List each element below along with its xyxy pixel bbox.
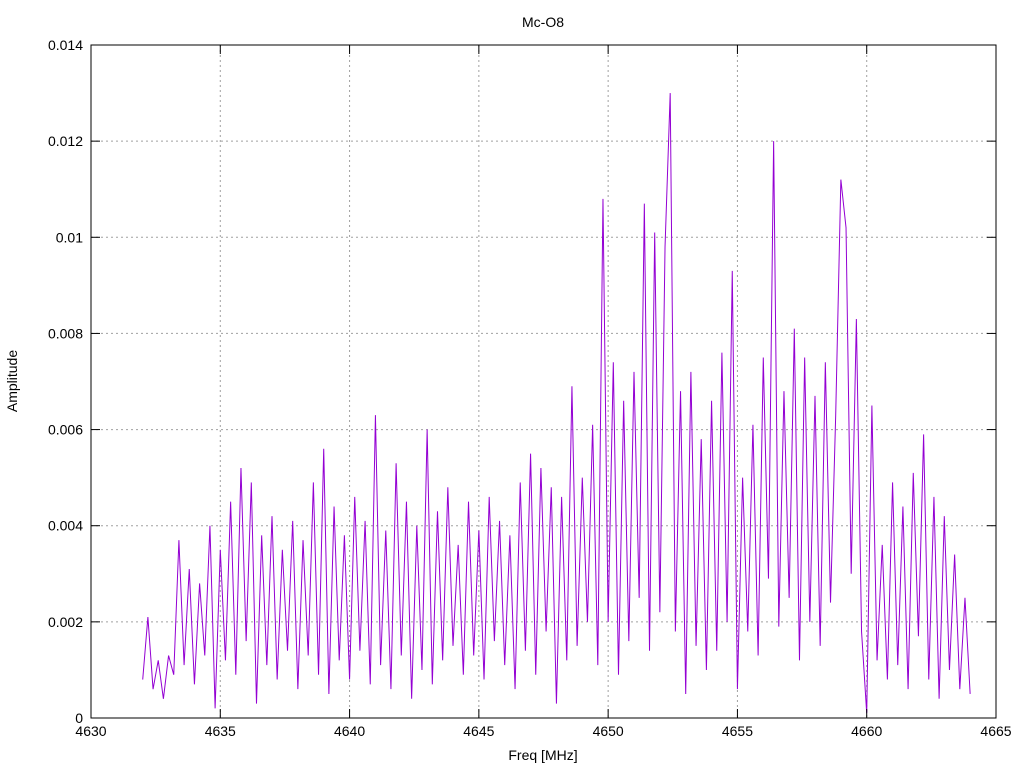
y-tick-label: 0.01 <box>56 229 83 245</box>
y-tick-label: 0.014 <box>48 37 83 53</box>
y-tick-label: 0.012 <box>48 133 83 149</box>
y-tick-label: 0.006 <box>48 422 83 438</box>
chart: 4630 4635 4640 4645 4650 4655 4660 466500.0020.… <box>4 14 1012 763</box>
y-tick-label: 0.008 <box>48 325 83 341</box>
x-axis-label: Freq [MHz] <box>508 747 577 763</box>
x-tick-label: 4665 <box>980 723 1011 739</box>
series-line <box>142 93 971 714</box>
y-tick-label: 0 <box>75 710 83 726</box>
chart-title: Mc-O8 <box>522 14 564 30</box>
series-mc-o8 <box>142 93 971 714</box>
x-tick-label: 4635 <box>205 723 236 739</box>
x-tick-label: 4660 <box>851 723 882 739</box>
y-tick-label: 0.004 <box>48 518 83 534</box>
x-tick-label: 4645 <box>463 723 494 739</box>
y-axis-label: Amplitude <box>4 350 20 412</box>
y-tick-label: 0.002 <box>48 614 83 630</box>
x-tick-label: 4640 <box>334 723 365 739</box>
x-tick-label: 4650 <box>593 723 624 739</box>
x-tick-label: 4655 <box>722 723 753 739</box>
